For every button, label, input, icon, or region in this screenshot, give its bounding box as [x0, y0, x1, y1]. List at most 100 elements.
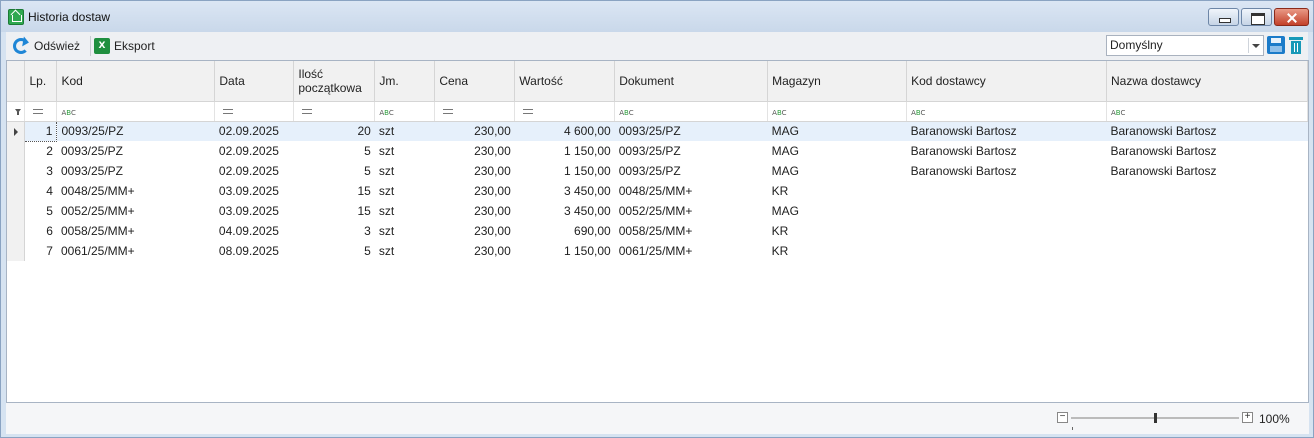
cell-nazwa-dostawcy[interactable]: [1106, 181, 1307, 201]
cell-cena[interactable]: 230,00: [435, 221, 515, 241]
cell-jm[interactable]: szt: [375, 201, 435, 221]
cell-ilosc[interactable]: 3: [294, 221, 375, 241]
cell-kod-dostawcy[interactable]: [907, 241, 1107, 261]
row-indicator-cell[interactable]: [7, 201, 26, 221]
cell-kod-dostawcy[interactable]: [907, 221, 1107, 241]
column-header-magazyn[interactable]: Magazyn: [767, 61, 908, 102]
cell-magazyn[interactable]: MAG: [768, 141, 907, 161]
cell-kod[interactable]: 0052/25/MM+: [57, 201, 215, 221]
refresh-button[interactable]: Odśwież: [13, 36, 80, 56]
cell-nazwa-dostawcy[interactable]: [1106, 221, 1307, 241]
cell-kod[interactable]: 0048/25/MM+: [57, 181, 215, 201]
cell-ilosc[interactable]: 15: [294, 201, 375, 221]
cell-lp[interactable]: 5: [25, 201, 57, 221]
cell-data[interactable]: 04.09.2025: [215, 221, 294, 241]
cell-magazyn[interactable]: KR: [768, 181, 907, 201]
cell-magazyn[interactable]: KR: [768, 221, 907, 241]
row-indicator-cell[interactable]: [7, 221, 26, 241]
maximize-button[interactable]: [1241, 8, 1272, 26]
cell-lp[interactable]: 3: [25, 161, 57, 181]
cell-kod[interactable]: 0093/25/PZ: [56, 121, 215, 141]
filter-wartosc[interactable]: [514, 101, 616, 122]
cell-kod-dostawcy[interactable]: [907, 201, 1107, 221]
cell-cena[interactable]: 230,00: [435, 141, 515, 161]
cell-kod-dostawcy[interactable]: Baranowski Bartosz: [907, 161, 1107, 181]
cell-dokument[interactable]: 0058/25/MM+: [615, 221, 768, 241]
cell-cena[interactable]: 230,00: [434, 121, 515, 141]
filter-magazyn[interactable]: ABC: [767, 101, 908, 122]
cell-dokument[interactable]: 0061/25/MM+: [615, 241, 768, 261]
filter-ilosc[interactable]: [293, 101, 376, 122]
cell-lp[interactable]: 1: [24, 120, 58, 142]
minimize-button[interactable]: [1208, 8, 1239, 26]
row-indicator-cell[interactable]: [7, 121, 26, 141]
row-indicator-cell[interactable]: [7, 241, 26, 261]
export-button[interactable]: X Eksport: [94, 36, 155, 56]
filter-nazwa-dostawcy[interactable]: ABC: [1106, 101, 1308, 122]
cell-lp[interactable]: 7: [25, 241, 57, 261]
cell-wartosc[interactable]: 3 450,00: [515, 181, 615, 201]
table-row[interactable]: 5 0052/25/MM+ 03.09.2025 15 szt 230,00 3 450,0…: [7, 201, 1308, 221]
cell-data[interactable]: 08.09.2025: [215, 241, 294, 261]
cell-kod-dostawcy[interactable]: [907, 181, 1107, 201]
column-header-nazwa-dostawcy[interactable]: Nazwa dostawcy: [1106, 61, 1308, 102]
table-row[interactable]: 6 0058/25/MM+ 04.09.2025 3 szt 230,00 690,00 00…: [7, 221, 1308, 241]
cell-kod-dostawcy[interactable]: Baranowski Bartosz: [907, 141, 1107, 161]
column-header-jm[interactable]: Jm.: [374, 61, 436, 102]
cell-kod[interactable]: 0061/25/MM+: [57, 241, 215, 261]
cell-kod[interactable]: 0093/25/PZ: [57, 161, 215, 181]
cell-cena[interactable]: 230,00: [435, 161, 515, 181]
table-row[interactable]: 2 0093/25/PZ 02.09.2025 5 szt 230,00 1 150,00 0…: [7, 141, 1308, 161]
filter-kod[interactable]: ABC: [56, 101, 216, 122]
zoom-slider-thumb[interactable]: [1154, 413, 1157, 423]
delete-layout-icon[interactable]: [1289, 37, 1303, 54]
column-header-kod[interactable]: Kod: [56, 61, 216, 102]
column-header-wartosc[interactable]: Wartość: [514, 61, 616, 102]
cell-magazyn[interactable]: KR: [768, 241, 907, 261]
cell-cena[interactable]: 230,00: [435, 201, 515, 221]
cell-wartosc[interactable]: 690,00: [515, 221, 615, 241]
cell-dokument[interactable]: 0093/25/PZ: [614, 121, 768, 141]
column-header-lp[interactable]: Lp.: [24, 61, 58, 102]
column-header-dokument[interactable]: Dokument: [614, 61, 769, 102]
cell-ilosc[interactable]: 20: [293, 121, 375, 141]
cell-ilosc[interactable]: 5: [294, 241, 375, 261]
filter-cena[interactable]: [434, 101, 516, 122]
filter-dokument[interactable]: ABC: [614, 101, 769, 122]
cell-kod[interactable]: 0058/25/MM+: [57, 221, 215, 241]
filter-kod-dostawcy[interactable]: ABC: [906, 101, 1107, 122]
column-header-ilosc[interactable]: Ilość początkowa: [293, 61, 376, 102]
row-indicator-cell[interactable]: [7, 181, 26, 201]
row-indicator-cell[interactable]: [7, 161, 26, 181]
cell-cena[interactable]: 230,00: [435, 181, 515, 201]
table-row[interactable]: 1 0093/25/PZ 02.09.2025 20 szt 230,00 4 600,00…: [7, 120, 1308, 142]
cell-dokument[interactable]: 0052/25/MM+: [615, 201, 768, 221]
cell-ilosc[interactable]: 5: [294, 161, 375, 181]
cell-wartosc[interactable]: 4 600,00: [514, 121, 615, 141]
cell-wartosc[interactable]: 1 150,00: [515, 241, 615, 261]
cell-magazyn[interactable]: MAG: [768, 201, 907, 221]
cell-ilosc[interactable]: 5: [294, 141, 375, 161]
cell-ilosc[interactable]: 15: [294, 181, 375, 201]
cell-data[interactable]: 02.09.2025: [215, 161, 294, 181]
cell-dokument[interactable]: 0048/25/MM+: [615, 181, 768, 201]
cell-dokument[interactable]: 0093/25/PZ: [615, 141, 768, 161]
cell-nazwa-dostawcy[interactable]: [1106, 201, 1307, 221]
cell-jm[interactable]: szt: [375, 161, 435, 181]
cell-nazwa-dostawcy[interactable]: Baranowski Bartosz: [1106, 121, 1308, 141]
cell-wartosc[interactable]: 3 450,00: [515, 201, 615, 221]
save-layout-icon[interactable]: [1267, 36, 1285, 54]
column-header-kod-dostawcy[interactable]: Kod dostawcy: [906, 61, 1107, 102]
cell-kod[interactable]: 0093/25/PZ: [57, 141, 215, 161]
cell-data[interactable]: 03.09.2025: [215, 201, 294, 221]
filter-jm[interactable]: ABC: [374, 101, 436, 122]
table-row[interactable]: 7 0061/25/MM+ 08.09.2025 5 szt 230,00 1 150,00…: [7, 241, 1308, 261]
column-header-data[interactable]: Data: [214, 61, 295, 102]
filter-data[interactable]: [214, 101, 295, 122]
cell-jm[interactable]: szt: [375, 221, 435, 241]
filter-lp[interactable]: [24, 101, 58, 122]
close-button[interactable]: [1274, 8, 1309, 26]
zoom-out-button[interactable]: −: [1057, 412, 1068, 423]
cell-nazwa-dostawcy[interactable]: [1106, 241, 1307, 261]
row-indicator-cell[interactable]: [7, 141, 26, 161]
